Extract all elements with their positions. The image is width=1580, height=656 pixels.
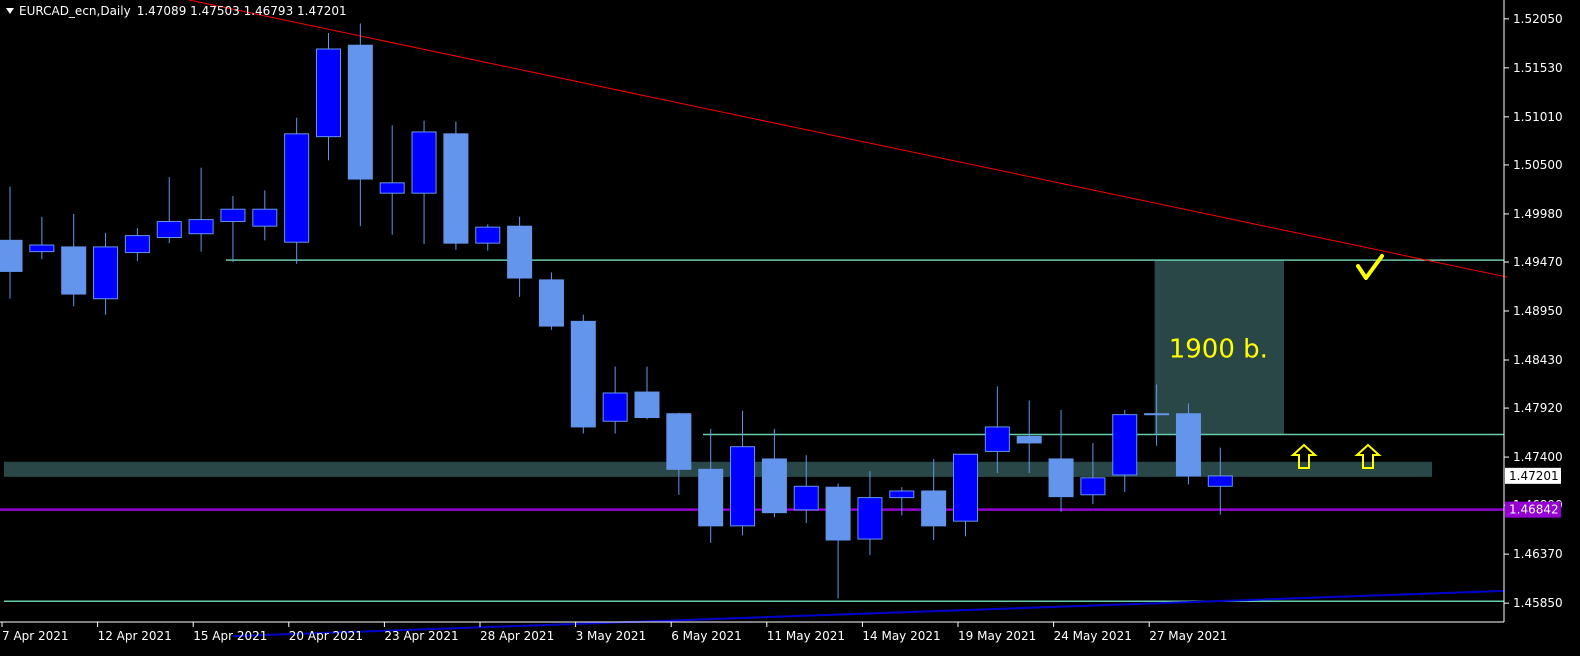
candle-body — [921, 490, 947, 527]
candle-body — [761, 458, 787, 514]
candle-body — [730, 446, 756, 527]
x-tick-label: 3 May 2021 — [576, 629, 647, 643]
candle-body — [857, 497, 883, 540]
candle-body — [953, 453, 978, 522]
y-tick-label: 1.48950 — [1513, 304, 1563, 318]
y-tick-label: 1.48430 — [1513, 353, 1563, 367]
y-tick-label: 1.52050 — [1513, 12, 1563, 26]
candle-body — [507, 225, 533, 279]
x-tick-label: 7 Apr 2021 — [2, 629, 69, 643]
candle-body — [475, 226, 501, 244]
candle-body — [347, 44, 373, 180]
ohlc-readout: 1.47089 1.47503 1.46793 1.47201 — [136, 4, 347, 18]
candle-body — [666, 413, 692, 470]
current-price-tag: 1.47201 — [1509, 469, 1559, 483]
symbol-timeframe: EURCAD_ecn,Daily — [19, 4, 131, 18]
candle-body — [825, 486, 851, 541]
candle-body — [570, 320, 596, 428]
candle-body — [1207, 475, 1233, 487]
y-tick-label: 1.47920 — [1513, 401, 1563, 415]
x-tick-label: 19 May 2021 — [958, 629, 1036, 643]
candle-body — [634, 391, 660, 418]
x-tick-label: 6 May 2021 — [671, 629, 742, 643]
candle-body — [443, 133, 469, 244]
x-tick-label: 27 May 2021 — [1149, 629, 1227, 643]
candle-body — [156, 220, 182, 238]
y-tick-label: 1.47400 — [1513, 450, 1563, 464]
x-tick-label: 20 Apr 2021 — [289, 629, 363, 643]
axes: 1.52050 1.51530 1.51010 1.50500 1.49980 1.494… — [0, 0, 1563, 643]
candle-body — [698, 468, 724, 527]
x-tick-label: 23 Apr 2021 — [384, 629, 458, 643]
candle-body — [220, 208, 246, 222]
candle-body — [93, 246, 119, 300]
x-tick-label: 24 May 2021 — [1054, 629, 1132, 643]
candle-body — [379, 182, 405, 194]
y-tick-label: 1.51010 — [1513, 110, 1563, 124]
candle-body — [1112, 414, 1138, 476]
candle-body — [1080, 477, 1106, 496]
x-tick-label: 11 May 2021 — [767, 629, 845, 643]
candle-body — [411, 131, 437, 194]
x-tick-label: 14 May 2021 — [862, 629, 940, 643]
chart-header: EURCAD_ecn,Daily 1.47089 1.47503 1.46793 … — [6, 4, 347, 18]
candle-body — [984, 426, 1010, 452]
candle-body — [188, 219, 214, 235]
y-tick-label: 1.45850 — [1513, 596, 1563, 610]
x-tick-label: 28 Apr 2021 — [480, 629, 554, 643]
candle-body — [1175, 413, 1201, 477]
candle-body — [793, 485, 819, 511]
dropdown-triangle-icon[interactable] — [6, 8, 14, 14]
y-tick-label: 1.49470 — [1513, 255, 1563, 269]
x-tick-label: 12 Apr 2021 — [98, 629, 172, 643]
x-tick-label: 15 Apr 2021 — [193, 629, 267, 643]
trendline — [186, 0, 1508, 278]
candle-body — [538, 279, 564, 327]
box-label: 1900 b. — [1169, 334, 1268, 364]
candle-body — [0, 239, 23, 272]
candle-body — [602, 392, 628, 422]
y-tick-label: 1.50500 — [1513, 158, 1563, 172]
candle-body — [316, 48, 341, 138]
candle-body — [889, 490, 915, 499]
candlestick-chart[interactable]: 1900 b. 1.52050 1.51530 1.51010 1.50500 1.49… — [0, 0, 1580, 652]
candle-body — [29, 244, 55, 253]
candle-body — [61, 246, 87, 295]
purple-level-tag: 1.46842 — [1509, 503, 1559, 517]
y-tick-label: 1.46370 — [1513, 547, 1563, 561]
candle-body — [1016, 435, 1042, 444]
candle-body — [124, 235, 150, 254]
candle-body — [252, 208, 278, 227]
candle-body — [284, 133, 310, 243]
chart-canvas[interactable]: 1900 b. 1.52050 1.51530 1.51010 1.50500 1.49… — [0, 0, 1580, 652]
checkmark-icon — [1356, 254, 1384, 280]
candle-body — [1048, 458, 1074, 498]
y-tick-label: 1.49980 — [1513, 207, 1563, 221]
candle-body — [1144, 413, 1170, 416]
candles — [0, 23, 1233, 599]
zone-layer — [4, 260, 1432, 477]
y-tick-label: 1.51530 — [1513, 61, 1563, 75]
